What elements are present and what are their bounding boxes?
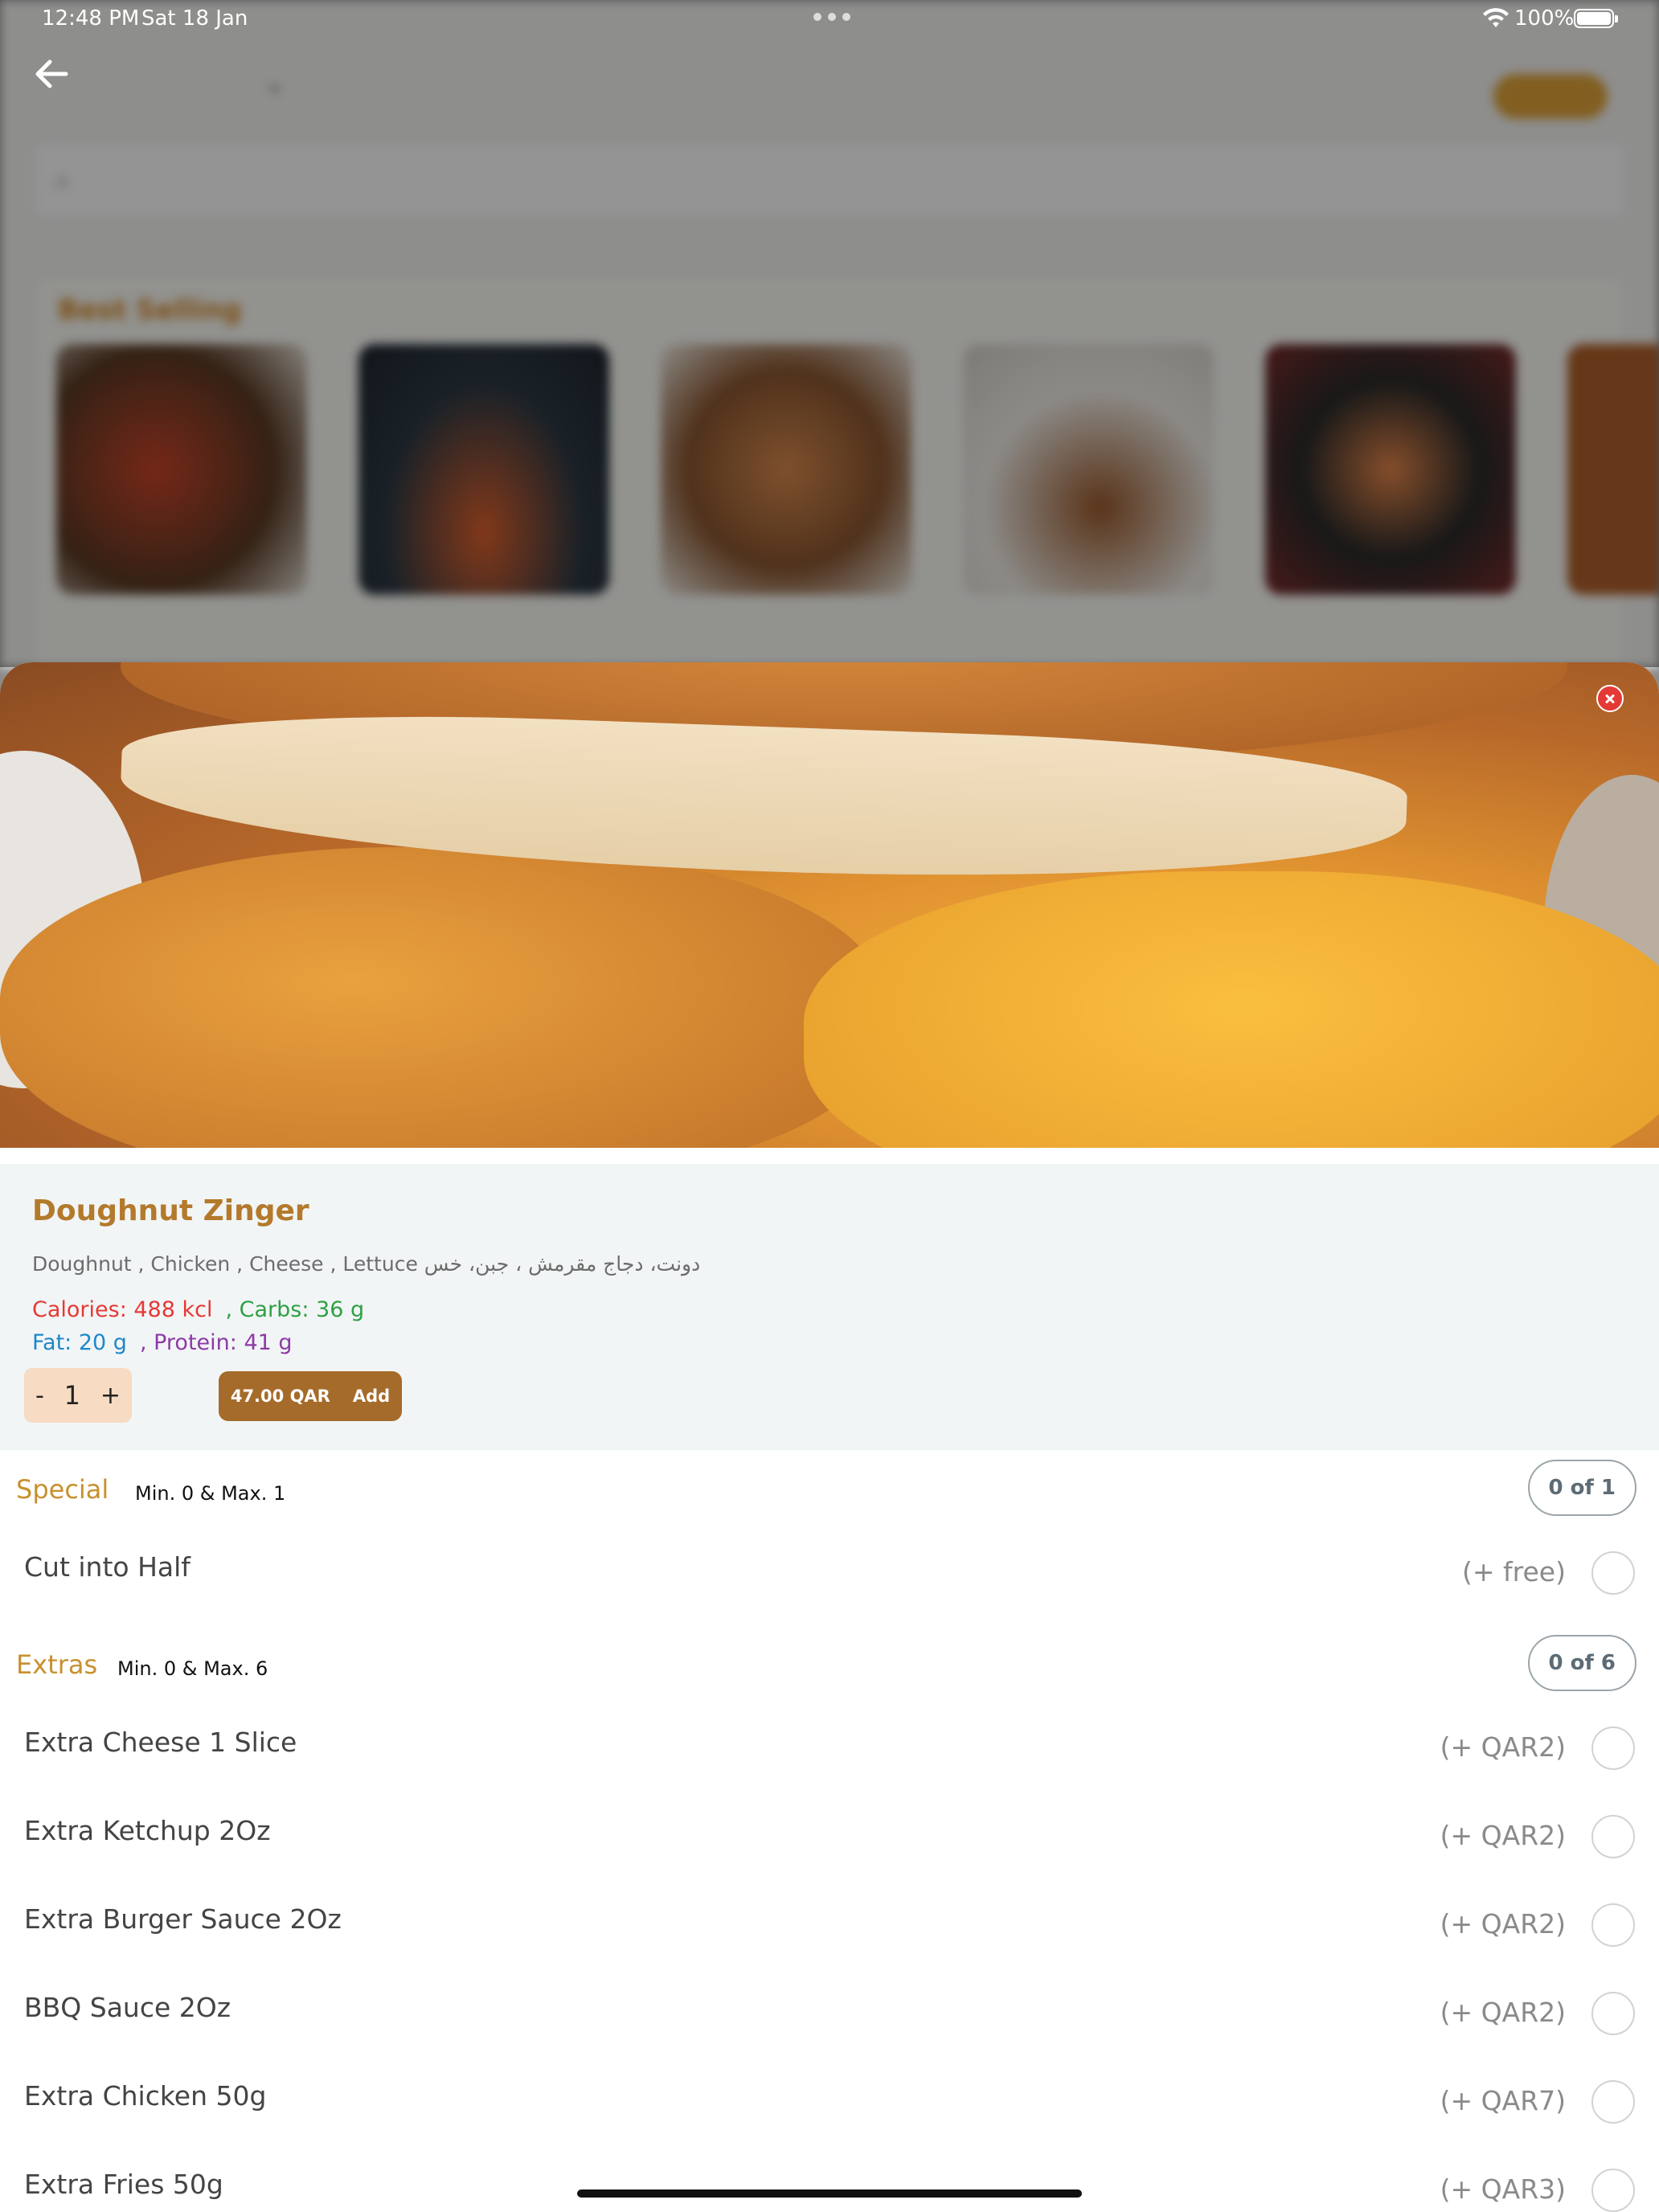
add-label: Add (352, 1387, 391, 1406)
multitasking-dots[interactable] (813, 13, 850, 21)
option-label: Extra Cheese 1 Slice (24, 1727, 297, 1758)
option-price: (+ QAR2) (1440, 1731, 1566, 1763)
option-price: (+ QAR2) (1440, 1908, 1566, 1940)
decrease-button[interactable]: - (35, 1382, 44, 1410)
nutrition-row: Fat: 20 g , Protein: 41 g (32, 1330, 293, 1355)
price-label: 47.00 QAR (230, 1387, 330, 1406)
increase-button[interactable]: + (100, 1382, 121, 1410)
status-bar: 12:48 PM Sat 18 Jan 100% (0, 0, 1659, 39)
group-rule: Min. 0 & Max. 6 (117, 1657, 268, 1680)
quantity-value: 1 (63, 1380, 81, 1411)
option-row[interactable]: Extra Burger Sauce 2Oz (+ QAR2) (0, 1882, 1659, 1971)
option-price: (+ QAR2) (1440, 1820, 1566, 1851)
option-group-header-extras: Extras Min. 0 & Max. 6 0 of 6 (0, 1625, 1659, 1706)
option-label: Extra Ketchup 2Oz (24, 1815, 271, 1846)
status-time: 12:48 PM (42, 6, 140, 31)
radio-icon[interactable] (1591, 2169, 1635, 2212)
item-title: Doughnut Zinger (32, 1194, 309, 1227)
nutrition-row: Calories: 488 kcl , Carbs: 36 g (32, 1297, 364, 1322)
close-icon[interactable] (1596, 685, 1624, 712)
option-price: (+ free) (1462, 1556, 1566, 1587)
protein-value: , Protein: 41 g (139, 1330, 293, 1355)
add-to-cart-button[interactable]: 47.00 QAR Add (219, 1371, 402, 1421)
option-label: Extra Fries 50g (24, 2169, 223, 2200)
radio-icon[interactable] (1591, 1903, 1635, 1947)
radio-icon[interactable] (1591, 1727, 1635, 1770)
fat-value: Fat: 20 g (32, 1330, 127, 1355)
item-info: Doughnut Zinger Doughnut , Chicken , Che… (0, 1164, 1659, 1450)
radio-icon[interactable] (1591, 1551, 1635, 1595)
option-label: Extra Chicken 50g (24, 2080, 267, 2112)
quantity-stepper: - 1 + (24, 1368, 132, 1423)
option-row[interactable]: BBQ Sauce 2Oz (+ QAR2) (0, 1971, 1659, 2059)
status-date: Sat 18 Jan (141, 6, 248, 31)
option-row[interactable]: Extra Cheese 1 Slice (+ QAR2) (0, 1706, 1659, 1794)
group-name: Extras (16, 1649, 98, 1680)
home-indicator[interactable] (577, 2189, 1082, 2198)
radio-icon[interactable] (1591, 1992, 1635, 2035)
option-price: (+ QAR7) (1440, 2085, 1566, 2116)
battery-icon (1574, 9, 1618, 28)
radio-icon[interactable] (1591, 2080, 1635, 2124)
carbs-value: , Carbs: 36 g (225, 1297, 365, 1322)
item-detail-sheet: Doughnut Zinger Doughnut , Chicken , Che… (0, 662, 1659, 2212)
option-row[interactable]: Extra Ketchup 2Oz (+ QAR2) (0, 1794, 1659, 1882)
option-groups: Special Min. 0 & Max. 1 0 of 1 Cut into … (0, 1450, 1659, 2212)
option-row[interactable]: Cut into Half (+ free) (0, 1530, 1659, 1619)
option-label: Extra Burger Sauce 2Oz (24, 1903, 342, 1935)
modal-backdrop[interactable] (0, 0, 1659, 667)
item-photo (0, 662, 1659, 1148)
option-group-header-special: Special Min. 0 & Max. 1 0 of 1 (0, 1450, 1659, 1530)
calories-value: Calories: 488 kcl (32, 1297, 213, 1322)
option-row[interactable]: Extra Fries 50g (+ QAR3) (0, 2148, 1659, 2212)
item-description: Doughnut , Chicken , Cheese , Lettuce دو… (32, 1252, 701, 1276)
option-price: (+ QAR2) (1440, 1997, 1566, 2028)
group-rule: Min. 0 & Max. 1 (135, 1482, 286, 1505)
back-arrow-icon[interactable] (29, 51, 74, 96)
option-row[interactable]: Extra Chicken 50g (+ QAR7) (0, 2059, 1659, 2148)
radio-icon[interactable] (1591, 1815, 1635, 1858)
battery-percent: 100% (1514, 6, 1575, 31)
option-price: (+ QAR3) (1440, 2173, 1566, 2205)
option-label: BBQ Sauce 2Oz (24, 1992, 231, 2023)
selection-count-badge: 0 of 1 (1527, 1460, 1636, 1516)
wifi-icon (1483, 8, 1509, 27)
option-label: Cut into Half (24, 1551, 190, 1583)
group-name: Special (16, 1474, 109, 1505)
selection-count-badge: 0 of 6 (1527, 1635, 1636, 1691)
